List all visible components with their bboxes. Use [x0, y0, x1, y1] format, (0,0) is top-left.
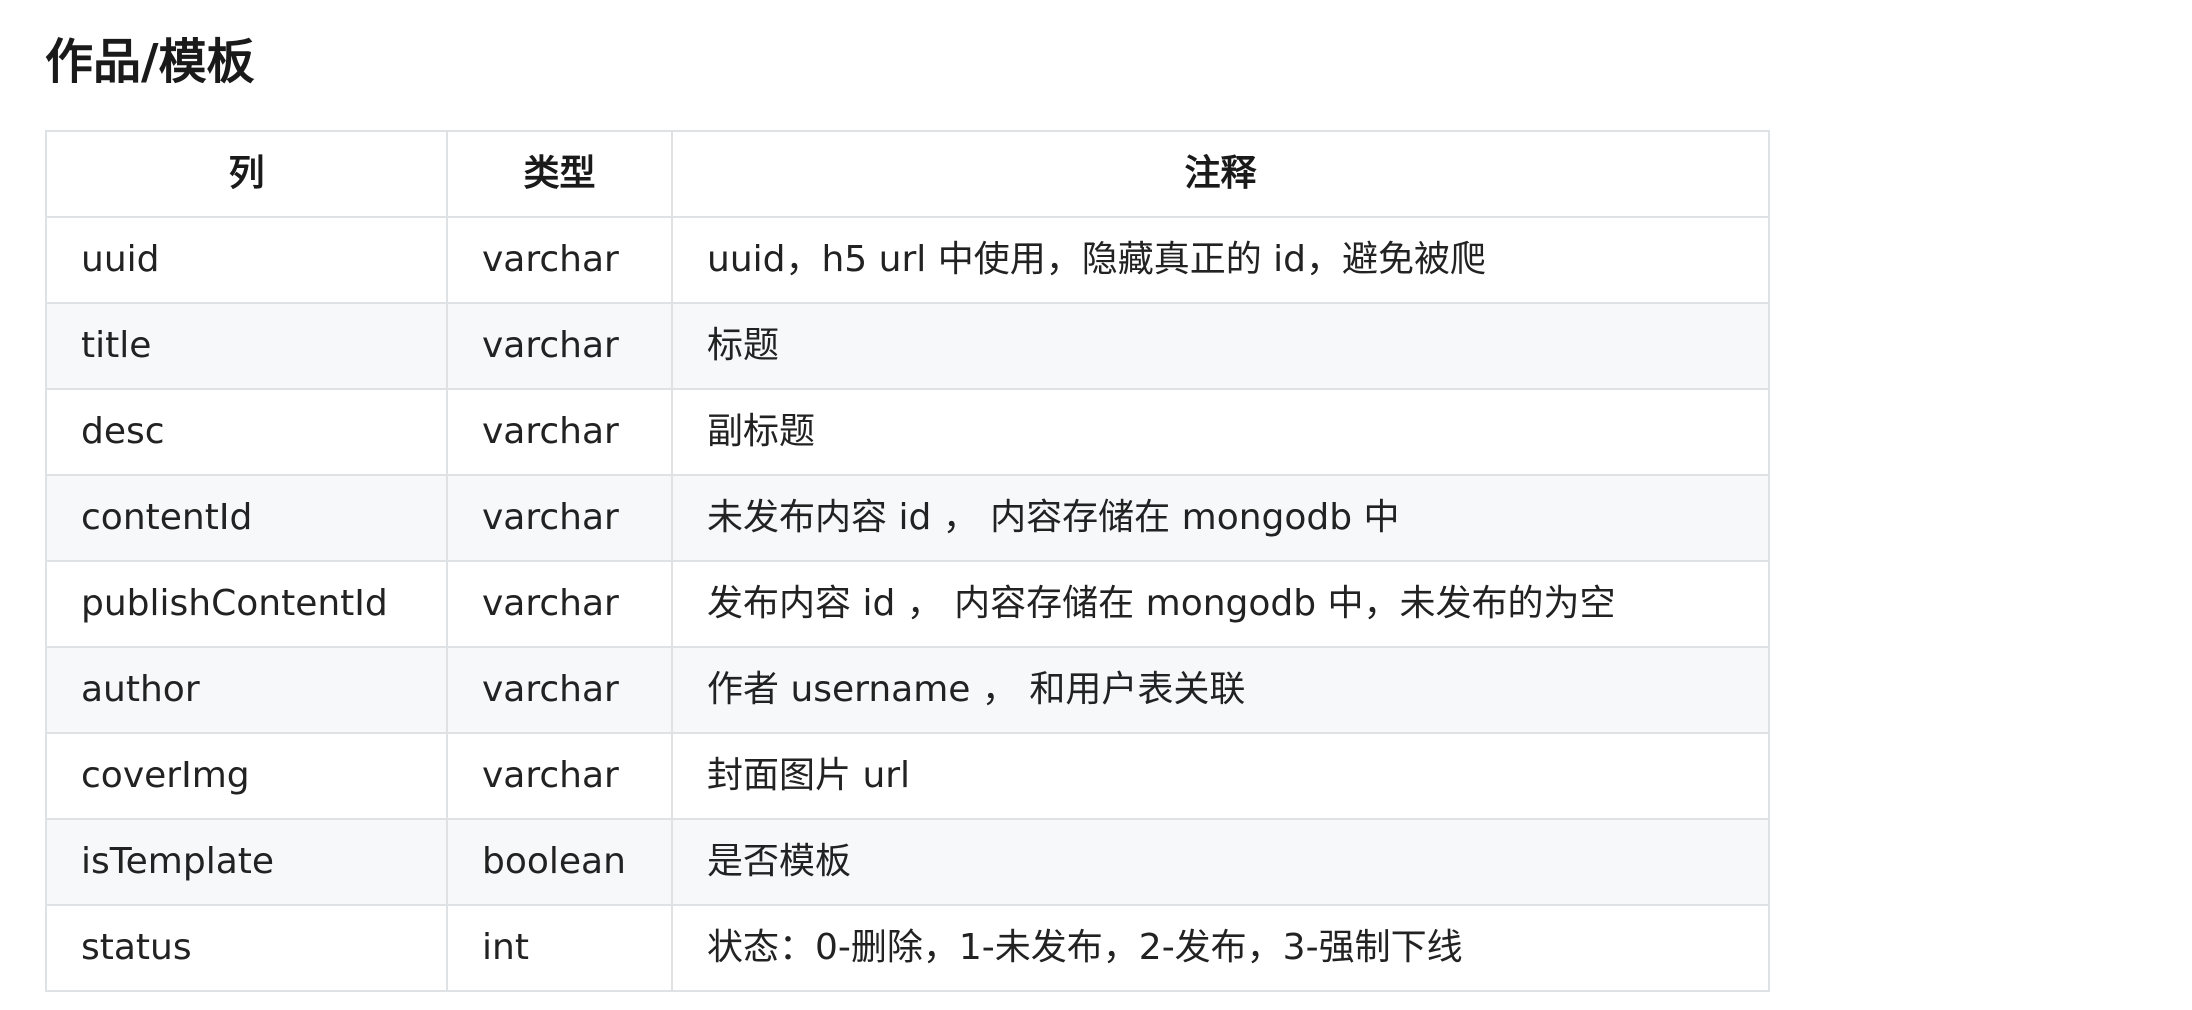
cell-comment: 标题 — [671, 302, 1770, 390]
cell-type: varchar — [446, 646, 673, 734]
cell-comment: 发布内容 id ， 内容存储在 mongodb 中，未发布的为空 — [671, 560, 1770, 648]
cell-type: varchar — [446, 732, 673, 820]
header-column: 列 — [45, 130, 448, 218]
cell-comment: 作者 username ， 和用户表关联 — [671, 646, 1770, 734]
header-comment: 注释 — [671, 130, 1770, 218]
cell-type: varchar — [446, 388, 673, 476]
cell-type: varchar — [446, 216, 673, 304]
table-row: coverImg varchar 封面图片 url — [45, 732, 1770, 820]
table-row: isTemplate boolean 是否模板 — [45, 818, 1770, 906]
cell-type: varchar — [446, 560, 673, 648]
cell-column: title — [45, 302, 448, 390]
schema-table: 列 类型 注释 uuid varchar uuid，h5 url 中使用，隐藏真… — [45, 130, 1770, 992]
cell-column: uuid — [45, 216, 448, 304]
cell-comment: 是否模板 — [671, 818, 1770, 906]
cell-column: isTemplate — [45, 818, 448, 906]
table-row: author varchar 作者 username ， 和用户表关联 — [45, 646, 1770, 734]
table-row: contentId varchar 未发布内容 id ， 内容存储在 mongo… — [45, 474, 1770, 562]
cell-column: desc — [45, 388, 448, 476]
table-body: uuid varchar uuid，h5 url 中使用，隐藏真正的 id，避免… — [45, 216, 1770, 992]
cell-comment: uuid，h5 url 中使用，隐藏真正的 id，避免被爬 — [671, 216, 1770, 304]
header-row: 列 类型 注释 — [45, 130, 1770, 218]
cell-type: boolean — [446, 818, 673, 906]
cell-comment: 状态：0-删除，1-未发布，2-发布，3-强制下线 — [671, 904, 1770, 992]
table-row: status int 状态：0-删除，1-未发布，2-发布，3-强制下线 — [45, 904, 1770, 992]
table-row: publishContentId varchar 发布内容 id ， 内容存储在… — [45, 560, 1770, 648]
cell-comment: 未发布内容 id ， 内容存储在 mongodb 中 — [671, 474, 1770, 562]
cell-type: varchar — [446, 302, 673, 390]
cell-type: varchar — [446, 474, 673, 562]
cell-column: coverImg — [45, 732, 448, 820]
table-row: desc varchar 副标题 — [45, 388, 1770, 476]
header-type: 类型 — [446, 130, 673, 218]
page-title: 作品/模板 — [45, 34, 255, 90]
table-row: uuid varchar uuid，h5 url 中使用，隐藏真正的 id，避免… — [45, 216, 1770, 304]
cell-column: contentId — [45, 474, 448, 562]
table-row: title varchar 标题 — [45, 302, 1770, 390]
cell-comment: 副标题 — [671, 388, 1770, 476]
cell-column: status — [45, 904, 448, 992]
table-header: 列 类型 注释 — [45, 130, 1770, 218]
cell-column: author — [45, 646, 448, 734]
cell-type: int — [446, 904, 673, 992]
cell-comment: 封面图片 url — [671, 732, 1770, 820]
cell-column: publishContentId — [45, 560, 448, 648]
